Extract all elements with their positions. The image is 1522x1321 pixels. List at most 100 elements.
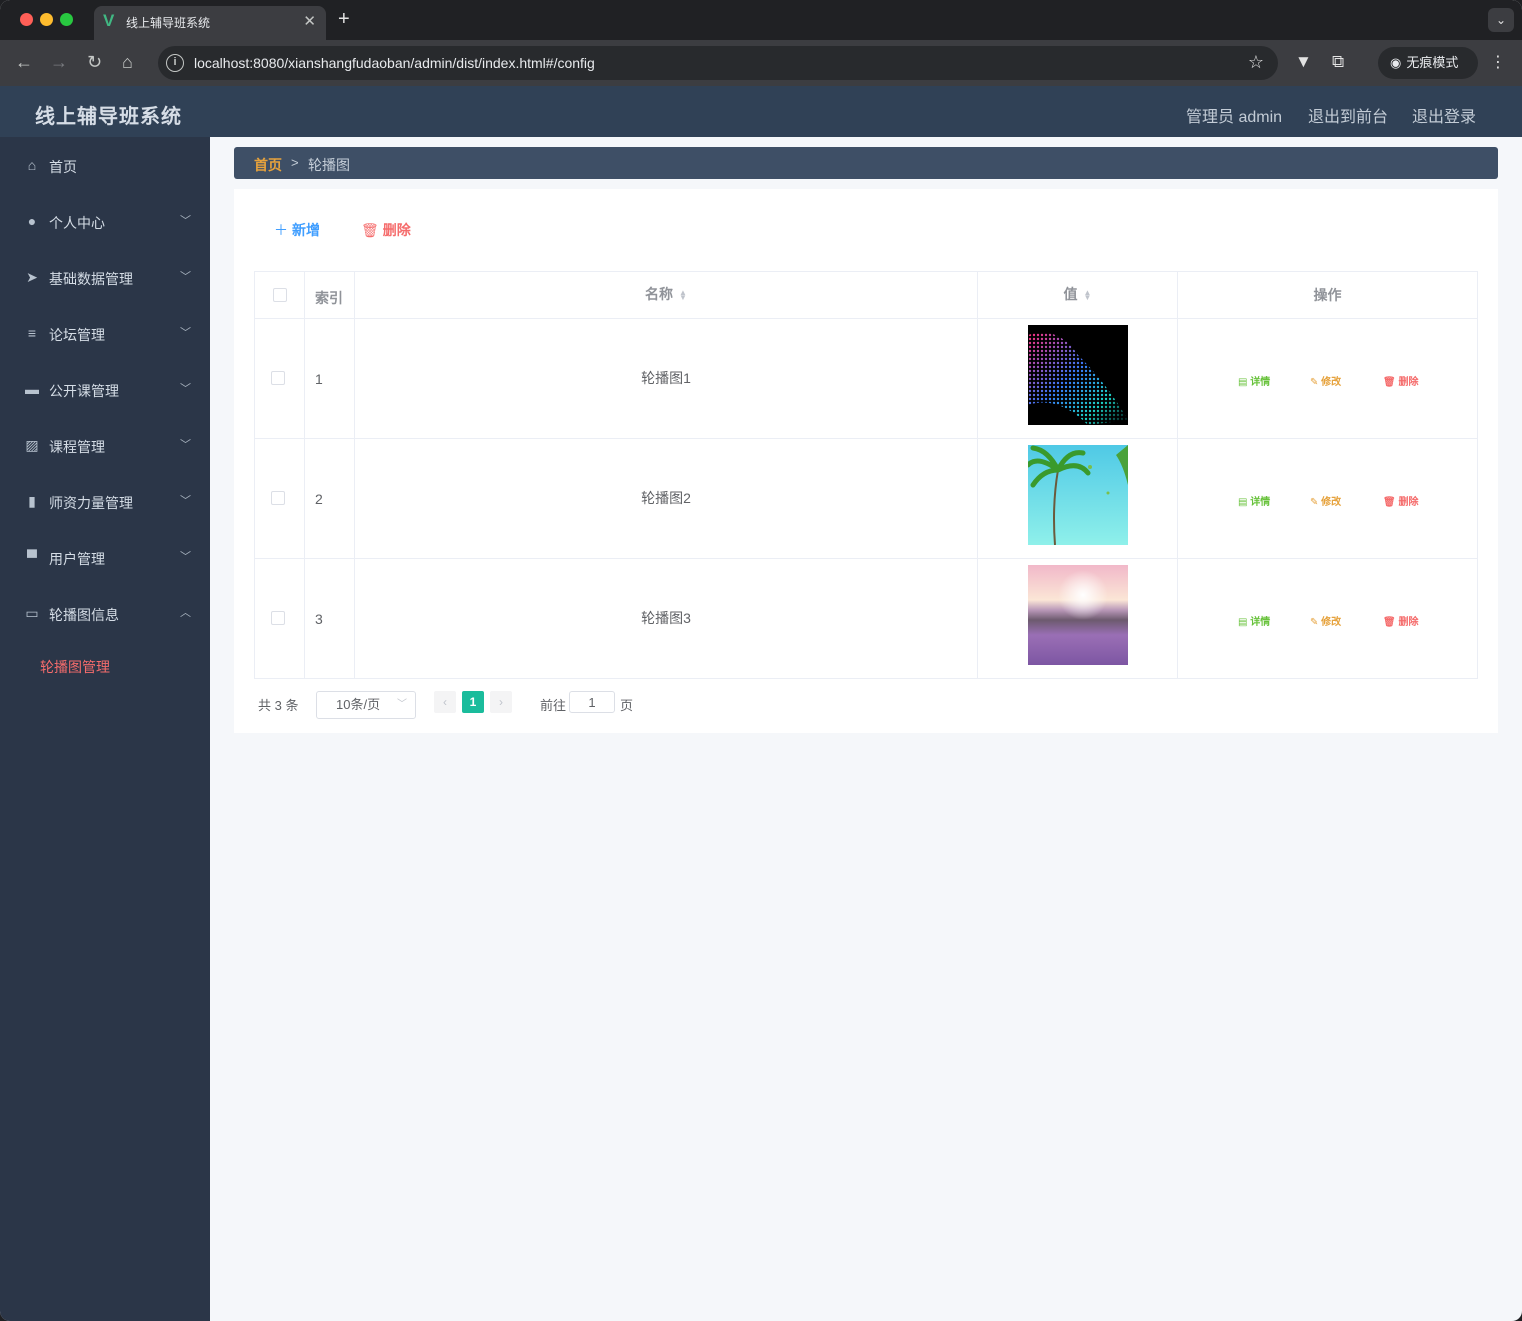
extensions-puzzle-icon[interactable]: ⧉ — [1332, 52, 1344, 72]
url-text[interactable]: localhost:8080/xianshangfudaoban/admin/d… — [194, 55, 595, 71]
table-row: 1 轮播图1 ▤ 详情 ✎ 修改 🗑 删除 — [255, 319, 1477, 439]
detail-button[interactable]: ▤ 详情 — [1238, 493, 1270, 508]
row-checkbox[interactable] — [271, 371, 285, 385]
prev-page-button[interactable]: ‹ — [434, 691, 456, 713]
ops-cell: ▤ 详情 ✎ 修改 🗑 删除 — [1178, 439, 1477, 558]
sidebar-item-label: 课程管理 — [49, 439, 105, 455]
chevron-down-icon: ﹀ — [180, 327, 191, 339]
more-menu-icon[interactable]: ⋮ — [1490, 52, 1506, 72]
page-number-current[interactable]: 1 — [462, 691, 484, 713]
lavender-field-image[interactable] — [1028, 565, 1128, 665]
sort-icon[interactable]: ▲ ▼ — [679, 289, 687, 302]
detail-label: 详情 — [1250, 617, 1271, 628]
delete-label: 删除 — [1398, 617, 1419, 628]
carousel-table: 索引 名称 ▲ ▼ 值 ▲ ▼ 操作 1 轮播图1 ▤ 详情 ✎ 修改 🗑 删除… — [254, 271, 1478, 679]
sidebar-item-label: 论坛管理 — [49, 327, 105, 343]
sidebar-item-label: 个人中心 — [49, 215, 105, 231]
detail-button[interactable]: ▤ 详情 — [1238, 613, 1270, 628]
chevron-down-icon: ﹀ — [180, 271, 191, 283]
plus-icon[interactable]: + — [338, 8, 350, 31]
sidebar-item-users[interactable]: ▀ 用户管理 ﹀ — [0, 529, 210, 585]
close-window-button[interactable] — [20, 13, 33, 26]
maximize-window-button[interactable] — [60, 13, 73, 26]
sidebar-item-label: 首页 — [49, 159, 77, 175]
chevron-down-icon[interactable]: ⌄ — [1488, 8, 1514, 32]
chevron-down-icon: ﹀ — [180, 215, 191, 227]
vue-logo-icon: V — [103, 11, 115, 30]
chevron-down-icon: ﹀ — [180, 495, 191, 507]
breadcrumb-home[interactable]: 首页 — [254, 155, 282, 175]
info-icon[interactable]: i — [166, 54, 184, 72]
logout-link[interactable]: 退出登录 — [1412, 103, 1476, 127]
index-cell: 3 — [305, 559, 355, 678]
column-header-index: 索引 — [305, 272, 355, 319]
abstract-dots-image[interactable] — [1028, 325, 1128, 425]
sidebar-item-forum[interactable]: ≡ 论坛管理 ﹀ — [0, 305, 210, 361]
sidebar-item-label: 用户管理 — [49, 551, 105, 567]
goto-unit-label: 页 — [620, 698, 634, 713]
next-page-button[interactable]: › — [490, 691, 512, 713]
tab-title: 线上辅导班系统 — [126, 16, 211, 30]
minimize-window-button[interactable] — [40, 13, 53, 26]
delete-button[interactable]: 🗑 删除 — [1383, 613, 1418, 628]
row-name: 轮播图1 — [641, 370, 691, 386]
sidebar-item-home[interactable]: ⌂ 首页 — [0, 137, 210, 193]
detail-label: 详情 — [1250, 497, 1271, 508]
delete-button[interactable]: 🗑 删除 — [1383, 373, 1418, 388]
sidebar-item-basic-data[interactable]: ➤ 基础数据管理 ﹀ — [0, 249, 210, 305]
trash-icon: 🗑 — [361, 222, 379, 238]
sort-icon[interactable]: ▲ ▼ — [1084, 289, 1092, 302]
reload-icon[interactable]: ↻ — [87, 52, 102, 73]
send-icon: ➤ — [26, 269, 38, 285]
sidebar-item-label: 公开课管理 — [49, 383, 119, 399]
detail-button[interactable]: ▤ 详情 — [1238, 373, 1270, 388]
edit-button[interactable]: ✎ 修改 — [1310, 373, 1341, 388]
content-panel: ＋新增 🗑 删除 索引 名称 ▲ ▼ 值 ▲ ▼ 操作 1 轮播图1 ▤ 详情 … — [234, 189, 1498, 733]
column-header-name[interactable]: 名称 ▲ ▼ — [355, 272, 978, 319]
batch-delete-label: 删除 — [382, 222, 411, 238]
ops-cell: ▤ 详情 ✎ 修改 🗑 删除 — [1178, 559, 1477, 678]
star-icon[interactable]: ☆ — [1248, 52, 1264, 73]
picture-icon: ▭ — [25, 605, 39, 621]
sidebar-item-course[interactable]: ▨ 课程管理 ﹀ — [0, 417, 210, 473]
close-icon[interactable]: ✕ — [303, 12, 316, 30]
edit-button[interactable]: ✎ 修改 — [1310, 493, 1341, 508]
edit-button[interactable]: ✎ 修改 — [1310, 613, 1341, 628]
row-checkbox[interactable] — [271, 491, 285, 505]
select-all-header — [255, 272, 305, 319]
row-checkbox[interactable] — [271, 611, 285, 625]
name-cell: 轮播图1 — [355, 319, 978, 438]
column-header-value[interactable]: 值 ▲ ▼ — [978, 272, 1178, 319]
sidebar-item-carousel-info[interactable]: ▭ 轮播图信息 ︿ — [0, 585, 210, 641]
to-front-link[interactable]: 退出到前台 — [1308, 103, 1388, 127]
sidebar-subitem-carousel-manage[interactable]: 轮播图管理 — [0, 645, 210, 685]
select-all-checkbox[interactable] — [273, 288, 287, 302]
browser-tab[interactable]: V 线上辅导班系统 ✕ — [94, 6, 326, 40]
incognito-badge[interactable]: ◉ 无痕模式 — [1378, 47, 1478, 79]
vue-devtools-icon[interactable]: ▼ — [1295, 52, 1312, 72]
goto-page-input[interactable] — [569, 691, 615, 713]
pagination-total: 共 3 条 — [258, 698, 299, 713]
sidebar-item-teachers[interactable]: ▮ 师资力量管理 ﹀ — [0, 473, 210, 529]
add-button[interactable]: ＋新增 — [274, 220, 320, 240]
index-cell: 1 — [305, 319, 355, 438]
column-header-label: 值 — [1063, 286, 1078, 302]
back-arrow-icon[interactable]: ← — [15, 52, 33, 73]
breadcrumb-separator: > — [291, 155, 299, 170]
delete-button[interactable]: 🗑 删除 — [1383, 493, 1418, 508]
value-cell — [978, 319, 1178, 438]
incognito-label: 无痕模式 — [1406, 55, 1459, 70]
detail-label: 详情 — [1250, 377, 1271, 388]
palm-tree-image[interactable] — [1028, 445, 1128, 545]
chevron-down-icon: ﹀ — [180, 383, 191, 395]
table-row: 2 轮播图2 ▤ 详情 ✎ 修改 🗑 删除 — [255, 439, 1477, 559]
forward-arrow-icon[interactable]: → — [50, 52, 68, 73]
address-bar[interactable]: i localhost:8080/xianshangfudaoban/admin… — [158, 46, 1278, 80]
page-size-select[interactable]: 10条/页 ﹀ — [316, 691, 416, 719]
sidebar-item-open-course[interactable]: ▬ 公开课管理 ﹀ — [0, 361, 210, 417]
edit-label: 修改 — [1321, 497, 1342, 508]
home-icon[interactable]: ⌂ — [122, 52, 133, 73]
sidebar-item-personal-center[interactable]: ● 个人中心 ﹀ — [0, 193, 210, 249]
add-button-label: 新增 — [292, 222, 320, 238]
batch-delete-button[interactable]: 🗑 删除 — [361, 220, 411, 240]
